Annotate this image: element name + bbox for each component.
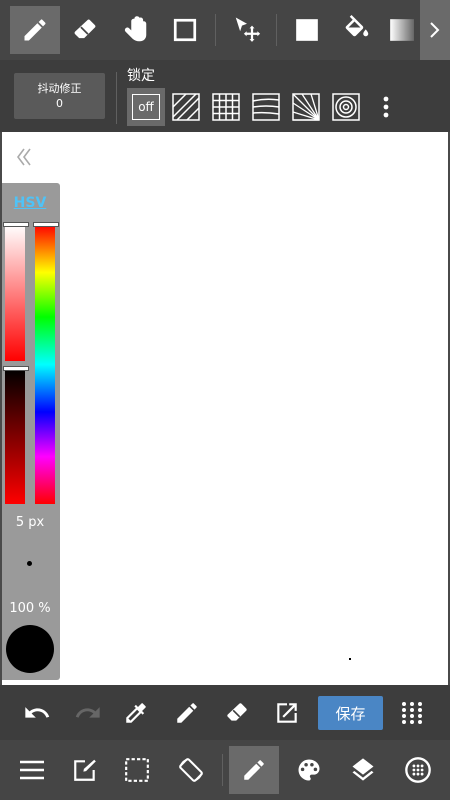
- toolbar-divider: [215, 14, 216, 46]
- pen-button[interactable]: [168, 693, 206, 733]
- toolbar-scroll-button[interactable]: [420, 0, 450, 60]
- ruler-perspective-button[interactable]: [250, 91, 282, 123]
- eyedropper-icon: [126, 703, 146, 723]
- hand-tool-button[interactable]: [110, 6, 160, 54]
- ruler-off-label: off: [132, 94, 160, 120]
- perspective-ruler-icon: [252, 93, 280, 121]
- saturation-handle[interactable]: [3, 222, 29, 227]
- stabilizer-value: 0: [56, 97, 63, 110]
- stabilizer-button[interactable]: 抖动修正 0: [14, 73, 105, 119]
- rotate-icon: [179, 758, 203, 782]
- fill-shape-tool-button[interactable]: [282, 6, 332, 54]
- hue-handle[interactable]: [33, 222, 59, 227]
- double-chevron-left-icon: [17, 148, 31, 166]
- undo-icon: [25, 707, 50, 718]
- rectangle-icon: [173, 18, 197, 42]
- undo-button[interactable]: [18, 693, 56, 733]
- save-button[interactable]: 保存: [318, 696, 383, 730]
- hue-slider[interactable]: [33, 222, 59, 504]
- move-icon: [235, 17, 261, 42]
- eraser-icon: [74, 19, 96, 39]
- edit-button[interactable]: [60, 746, 110, 794]
- radial-ruler-icon: [292, 93, 320, 121]
- material-icon: [405, 757, 431, 783]
- current-color-swatch[interactable]: [6, 625, 54, 673]
- ruler-grid-button[interactable]: [210, 91, 242, 123]
- gradient-tool-button[interactable]: [388, 6, 420, 54]
- opacity-label[interactable]: 100 %: [2, 601, 58, 616]
- value-handle[interactable]: [3, 366, 29, 371]
- grid-ruler-icon: [212, 93, 240, 121]
- rotate-button[interactable]: [166, 746, 216, 794]
- material-button[interactable]: [393, 746, 443, 794]
- ruler-concentric-button[interactable]: [330, 91, 362, 123]
- more-options-button[interactable]: [376, 93, 396, 121]
- gradient-icon: [390, 19, 414, 41]
- move-tool-button[interactable]: [222, 6, 272, 54]
- chevron-right-icon: [430, 22, 440, 38]
- eraser-button[interactable]: [218, 693, 256, 733]
- selection-button[interactable]: [112, 746, 162, 794]
- ruler-off-button[interactable]: off: [127, 88, 165, 126]
- redo-icon: [75, 707, 100, 718]
- ruler-radial-button[interactable]: [290, 91, 322, 123]
- hand-icon: [124, 16, 147, 42]
- edit-icon: [74, 759, 96, 781]
- sub-toolbar-divider: [116, 72, 117, 124]
- canvas-dot: [349, 658, 351, 660]
- more-actions-button[interactable]: [393, 693, 431, 733]
- selection-icon: [125, 758, 149, 782]
- ruler-parallel-button[interactable]: [170, 91, 202, 123]
- redo-button[interactable]: [69, 693, 107, 733]
- export-icon: [277, 703, 297, 723]
- fill-square-icon: [296, 19, 318, 41]
- nav-divider: [222, 754, 223, 786]
- bucket-tool-button[interactable]: [332, 6, 382, 54]
- stabilizer-label: 抖动修正: [37, 82, 82, 95]
- brush-size-label[interactable]: 5 px: [2, 515, 58, 530]
- menu-icon: [20, 760, 44, 780]
- grid-icon: [402, 702, 422, 724]
- color-mode-label[interactable]: HSV: [2, 195, 58, 211]
- eraser-icon: [227, 703, 247, 721]
- collapse-panel-button[interactable]: [14, 146, 38, 170]
- eyedropper-button[interactable]: [117, 693, 155, 733]
- eraser-tool-button[interactable]: [60, 6, 110, 54]
- pen-tool-button[interactable]: [10, 6, 60, 54]
- top-toolbar: [0, 0, 450, 60]
- concentric-ruler-icon: [332, 93, 360, 121]
- color-panel: HSV 5 px 100 %: [2, 183, 60, 680]
- lock-label: 锁定: [127, 68, 155, 84]
- drawing-canvas[interactable]: [2, 132, 448, 685]
- sub-toolbar: 抖动修正 0 锁定 off: [0, 60, 450, 132]
- palette-icon: [298, 759, 320, 781]
- export-button[interactable]: [268, 693, 306, 733]
- palette-button[interactable]: [284, 746, 334, 794]
- menu-button[interactable]: [7, 746, 57, 794]
- more-vert-icon: [383, 96, 389, 118]
- pen-icon: [24, 19, 46, 41]
- brush-size-preview: [27, 561, 32, 566]
- bottom-nav-bar: [0, 740, 450, 800]
- toolbar-divider: [276, 14, 277, 46]
- saturation-slider[interactable]: [3, 222, 29, 361]
- brush-button[interactable]: [229, 746, 279, 794]
- pen-icon: [177, 703, 197, 723]
- action-bar: 保存: [0, 685, 450, 740]
- parallel-ruler-icon: [172, 93, 200, 121]
- brush-icon: [244, 760, 264, 780]
- layers-button[interactable]: [338, 746, 388, 794]
- bucket-icon: [345, 15, 369, 37]
- rectangle-tool-button[interactable]: [160, 6, 210, 54]
- layers-icon: [352, 758, 374, 781]
- value-slider[interactable]: [3, 366, 29, 504]
